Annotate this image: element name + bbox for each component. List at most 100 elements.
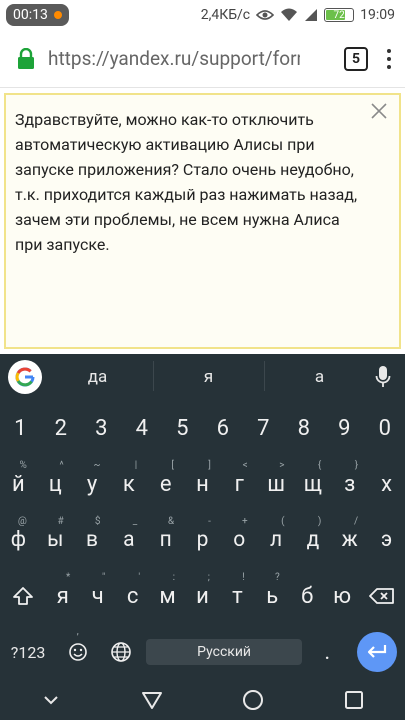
key-label: я	[56, 583, 69, 609]
key-digit-2[interactable]: 2	[41, 400, 82, 456]
key-label: ч	[91, 583, 104, 609]
key-п[interactable]: & п	[147, 512, 184, 568]
suggestion-1[interactable]: да	[42, 367, 153, 387]
key-г[interactable]: < г	[221, 456, 258, 512]
key-hint: #	[57, 516, 64, 527]
menu-button[interactable]	[386, 48, 391, 69]
key-digit-0[interactable]: 0	[365, 400, 405, 456]
key-с[interactable]: ' с	[115, 568, 150, 624]
key-label: т	[232, 583, 243, 609]
backspace-key[interactable]	[360, 568, 405, 624]
enter-icon	[367, 645, 387, 658]
emoji-key[interactable]: ,	[56, 624, 99, 680]
period-key[interactable]: .	[306, 624, 349, 680]
key-ж[interactable]: / ж	[331, 512, 368, 568]
key-я[interactable]: * я	[45, 568, 80, 624]
enter-button	[356, 632, 397, 672]
key-label: а	[123, 528, 135, 552]
key-у[interactable]: ~ у	[74, 456, 111, 512]
key-й[interactable]: % й	[0, 456, 37, 512]
tab-switcher-button[interactable]: 5	[344, 46, 368, 71]
key-ц[interactable]: ^ ц	[37, 456, 74, 512]
battery-percent: 72	[333, 9, 345, 21]
key-х[interactable]: х	[368, 456, 405, 512]
key-digit-3[interactable]: 3	[81, 400, 122, 456]
key-ь[interactable]: ? ь	[255, 568, 290, 624]
key-ю[interactable]: ю	[325, 568, 360, 624]
key-hint: (	[281, 516, 285, 527]
suggestion-2[interactable]: я	[153, 361, 264, 391]
key-label: о	[233, 528, 246, 552]
key-hint: ~	[93, 460, 101, 471]
microphone-icon[interactable]	[375, 365, 391, 389]
key-hint: _	[132, 516, 138, 527]
key-ч[interactable]: " ч	[80, 568, 115, 624]
key-digit-7[interactable]: 7	[243, 400, 284, 456]
key-label: г	[234, 471, 244, 497]
key-digit-8[interactable]: 8	[284, 400, 325, 456]
message-text: Здравствуйте, можно как-то отключить авт…	[15, 110, 358, 254]
key-digit-6[interactable]: 6	[203, 400, 244, 456]
key-м[interactable]: :м	[150, 568, 185, 624]
key-э[interactable]: э	[368, 512, 405, 568]
space-key[interactable]: Русский	[142, 624, 305, 680]
key-ы[interactable]: # ы	[37, 512, 74, 568]
key-hint: <	[242, 460, 248, 471]
key-а[interactable]: _ а	[110, 512, 147, 568]
key-label: ю	[333, 583, 352, 609]
emoji-icon	[68, 643, 87, 661]
key-н[interactable]: ] н	[184, 456, 221, 512]
home-button[interactable]	[223, 680, 283, 720]
letter-row-2: @ ф # ы $ в _ а & п - р + о(л) д / ж э	[0, 512, 405, 568]
letter-row-3: * я " ч ' с: м; и! т? ь б ю	[0, 568, 405, 624]
recents-button[interactable]	[324, 680, 384, 720]
key-hint: "	[102, 572, 106, 583]
key-ф[interactable]: @ ф	[0, 512, 37, 568]
recording-time-pill: 00:13	[6, 4, 69, 26]
key-в[interactable]: $ в	[74, 512, 111, 568]
message-textarea[interactable]: Здравствуйте, можно как-то отключить авт…	[4, 93, 401, 349]
key-hint: ^	[59, 460, 64, 471]
key-digit-4[interactable]: 4	[122, 400, 163, 456]
symbols-key[interactable]: ?123	[0, 624, 56, 680]
key-hint: |	[134, 460, 138, 471]
address-bar[interactable]: https://yandex.ru/support/form/	[48, 47, 300, 70]
key-label: с	[126, 583, 139, 609]
key-и[interactable]: ; и	[185, 568, 220, 624]
wifi-icon	[281, 8, 298, 21]
key-digit-9[interactable]: 9	[324, 400, 365, 456]
close-icon[interactable]	[369, 101, 389, 121]
key-hint: &	[167, 516, 175, 527]
key-т[interactable]: ! т	[220, 568, 255, 624]
key-з[interactable]: } з	[331, 456, 368, 512]
back-triangle-icon	[141, 692, 162, 709]
enter-key[interactable]	[349, 624, 405, 680]
key-о[interactable]: + о	[221, 512, 258, 568]
key-б[interactable]: б	[290, 568, 325, 624]
key-hint: )	[317, 516, 322, 527]
key-label: щ	[303, 471, 323, 497]
key-digit-1[interactable]: 1	[0, 400, 41, 456]
key-digit-5[interactable]: 5	[162, 400, 203, 456]
key-щ[interactable]: {щ	[295, 456, 332, 512]
key-hint: -	[208, 516, 211, 527]
key-р[interactable]: -р	[184, 512, 221, 568]
shift-key[interactable]	[0, 568, 45, 624]
key-к[interactable]: | к	[110, 456, 147, 512]
key-label: ж	[341, 528, 358, 552]
key-label: в	[86, 528, 99, 552]
google-icon[interactable]	[8, 360, 42, 394]
key-л[interactable]: (л	[258, 512, 295, 568]
language-key[interactable]	[99, 624, 142, 680]
suggestion-3[interactable]: а	[264, 361, 375, 391]
key-label: л	[270, 528, 283, 552]
key-е[interactable]: [е	[147, 456, 184, 512]
hide-keyboard-button[interactable]	[21, 680, 81, 720]
digit-row: 1234567890	[0, 400, 405, 456]
key-д[interactable]: ) д	[295, 512, 332, 568]
key-ш[interactable]: > ш	[258, 456, 295, 512]
key-hint: '	[138, 572, 141, 583]
key-label: к	[122, 471, 135, 497]
back-button[interactable]	[122, 680, 182, 720]
key-label: ц	[48, 471, 62, 497]
